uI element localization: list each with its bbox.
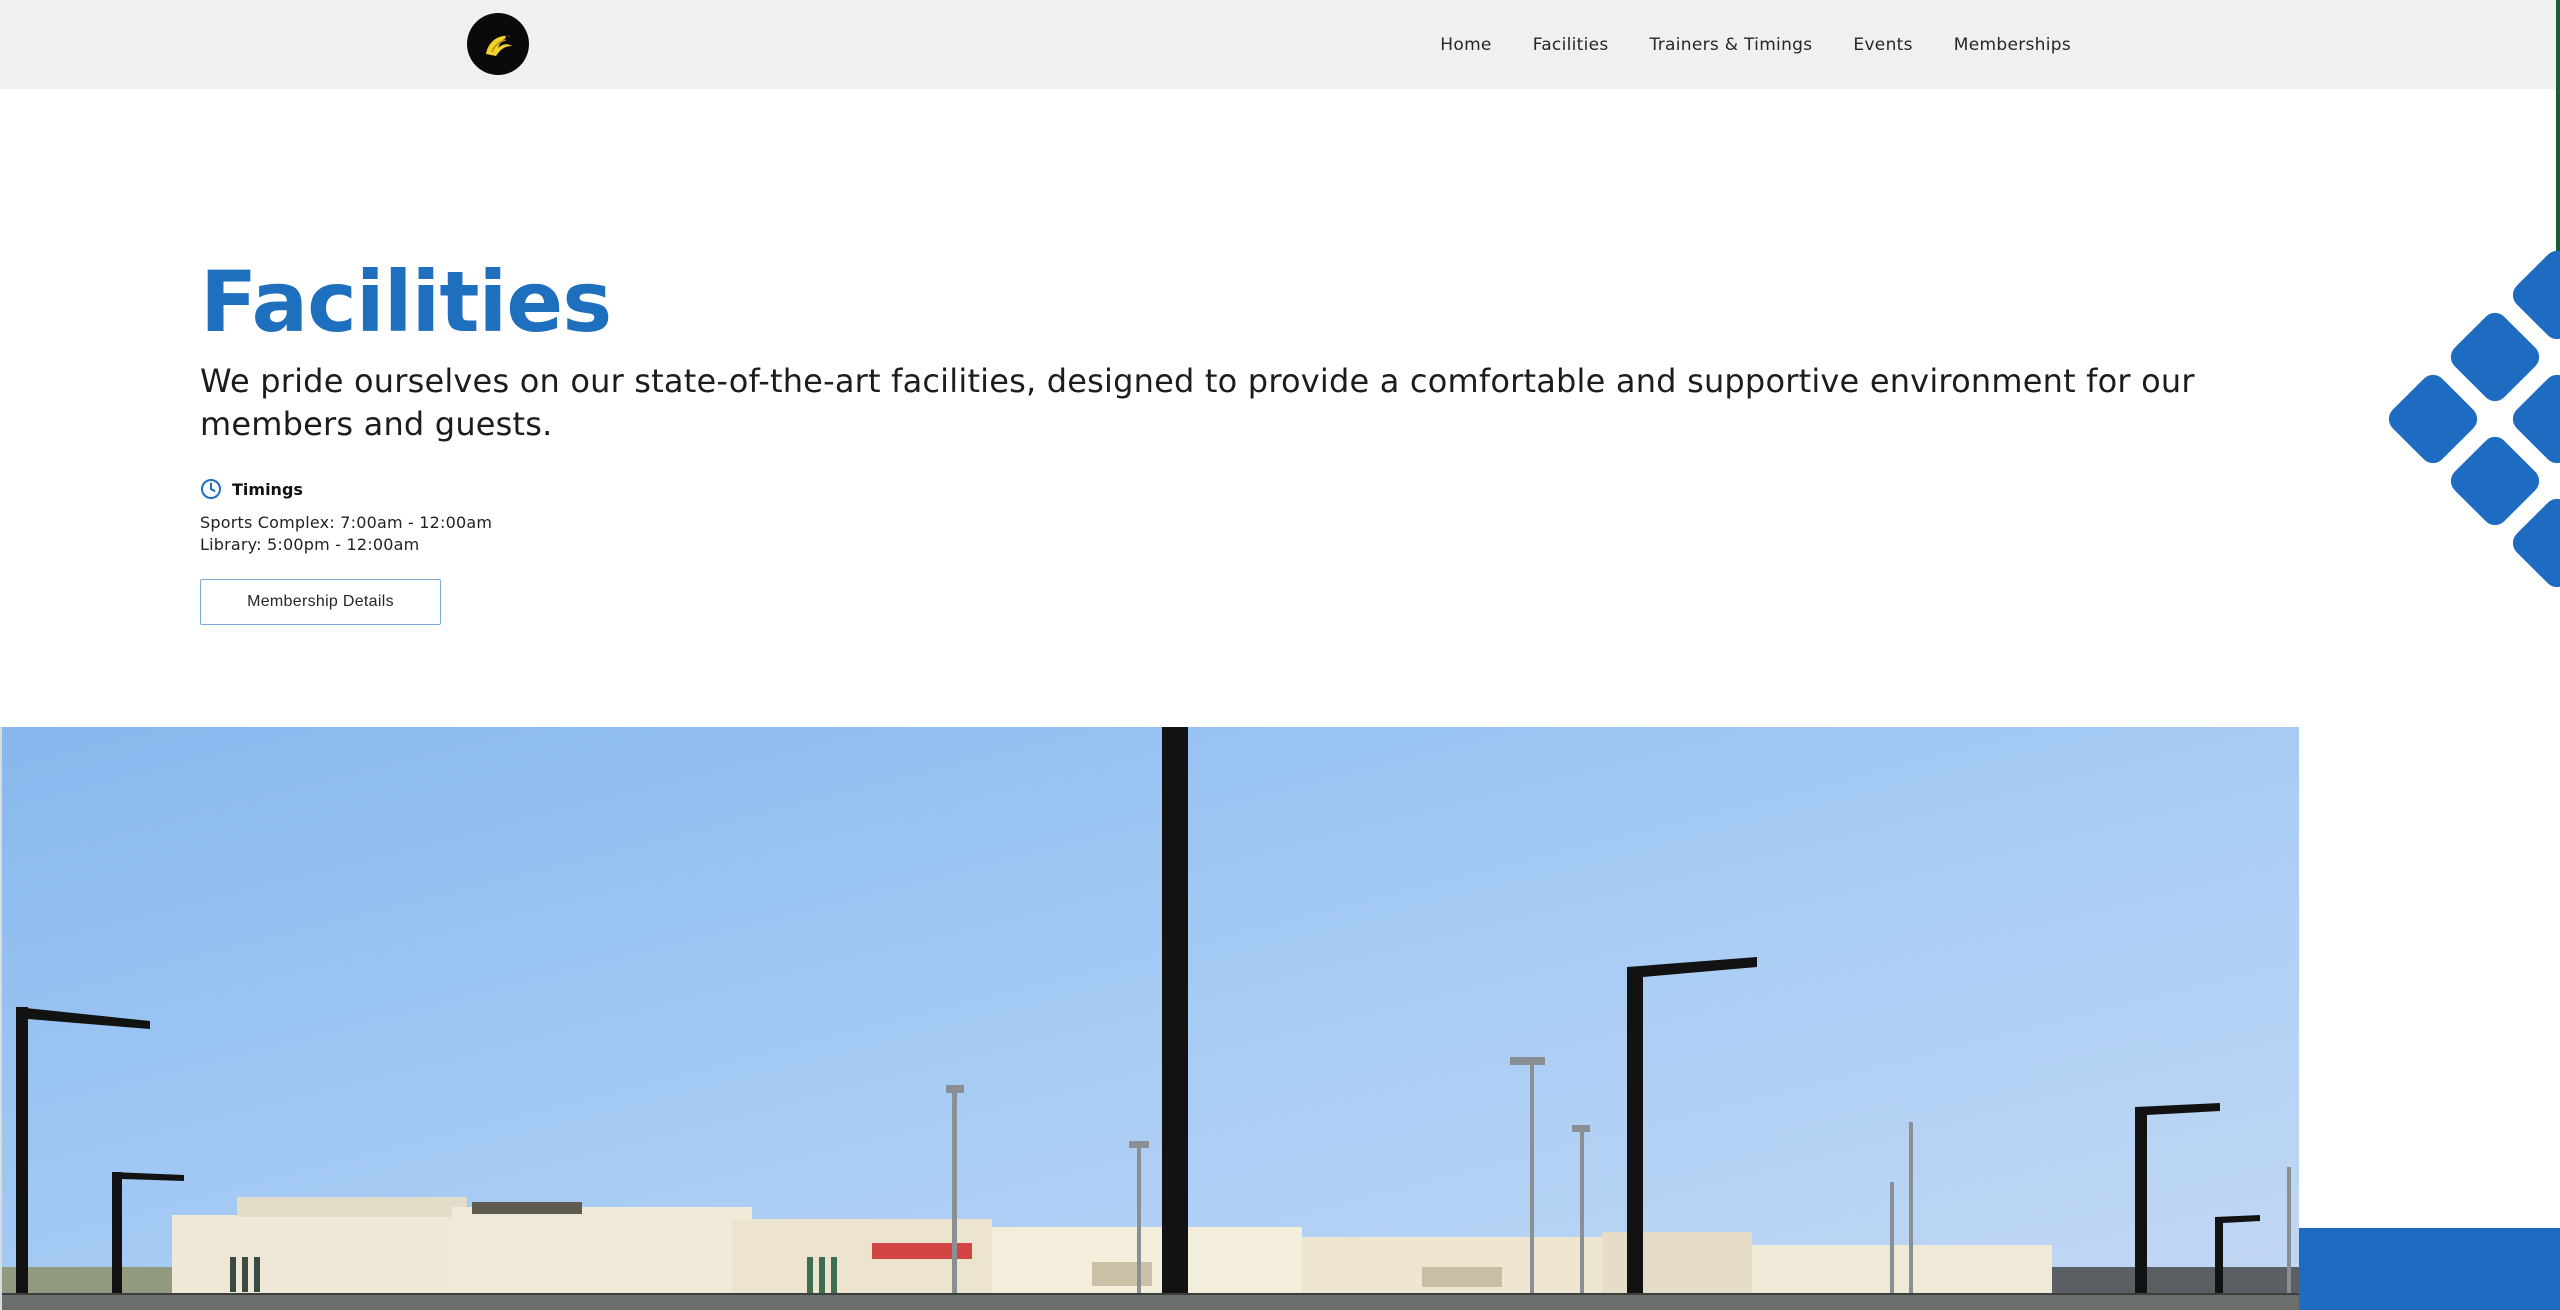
- decorative-diamond: [2383, 369, 2483, 469]
- timings-label: Timings: [232, 479, 303, 499]
- nav-memberships[interactable]: Memberships: [1954, 35, 2071, 55]
- nav-trainers-timings[interactable]: Trainers & Timings: [1650, 35, 1813, 55]
- top-navbar: Home Facilities Trainers & Timings Event…: [0, 0, 2560, 285]
- decorative-diamond: [2445, 431, 2545, 531]
- decorative-diamond: [2445, 307, 2545, 407]
- decorative-blue-block: [2299, 1228, 2560, 1310]
- timing-library: Library: 5:00pm - 12:00am: [200, 535, 420, 554]
- membership-details-button[interactable]: Membership Details: [200, 579, 441, 625]
- nav-home[interactable]: Home: [1440, 35, 1491, 55]
- timing-sports-complex: Sports Complex: 7:00am - 12:00am: [200, 513, 493, 532]
- logo-eagle-graphic: [486, 35, 512, 56]
- facilities-photo: [0, 727, 2299, 1310]
- nav-events[interactable]: Events: [1853, 35, 1912, 55]
- timings-heading: Timings: [200, 478, 2340, 500]
- logo-icon[interactable]: [467, 13, 529, 75]
- hero-description: We pride ourselves on our state-of-the-a…: [200, 362, 2195, 443]
- clock-icon: [201, 479, 221, 499]
- decorative-diamond-pattern: [2350, 230, 2560, 610]
- main-nav: Home Facilities Trainers & Timings Event…: [1440, 0, 2071, 89]
- facilities-hero: Facilities We pride ourselves on our sta…: [200, 250, 2340, 625]
- nav-facilities[interactable]: Facilities: [1533, 35, 1609, 55]
- page-title: Facilities: [200, 253, 612, 351]
- timings-list: Sports Complex: 7:00am - 12:00am Library…: [200, 512, 2340, 556]
